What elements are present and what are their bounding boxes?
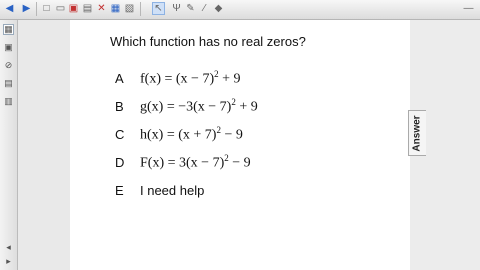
eraser-icon[interactable]: ◆ <box>212 2 225 15</box>
delete-icon[interactable]: ▤ <box>81 2 94 15</box>
choice-e[interactable]: E I need help <box>115 180 204 200</box>
choice-formula: h(x) = (x + 7)2 − 9 <box>140 124 243 143</box>
answer-tab[interactable]: Answer <box>408 110 426 156</box>
choice-letter: C <box>115 126 125 142</box>
select-arrow-icon[interactable]: ↖ <box>152 2 165 15</box>
back-arrow-icon[interactable]: ◀ <box>3 2 16 15</box>
addons-icon[interactable]: ▥ <box>3 96 14 107</box>
choice-a[interactable]: A f(x) = (x − 7)2 + 9 <box>115 68 241 88</box>
choice-letter: B <box>115 98 124 114</box>
screen-shade-icon[interactable]: ▦ <box>109 2 122 15</box>
choice-formula: g(x) = −3(x − 7)2 + 9 <box>140 96 258 115</box>
capture-icon[interactable]: ✕ <box>95 2 108 15</box>
question-text: Which function has no real zeros? <box>110 34 306 49</box>
highlighter-icon[interactable]: ⁄ <box>198 2 211 15</box>
choice-letter: D <box>115 154 125 170</box>
gallery-icon[interactable]: ▣ <box>3 42 14 53</box>
new-page-icon[interactable]: □ <box>40 2 53 15</box>
answer-tab-label: Answer <box>412 114 423 152</box>
save-icon[interactable]: ▣ <box>67 2 80 15</box>
choice-c[interactable]: C h(x) = (x + 7)2 − 9 <box>115 124 243 144</box>
choice-text: I need help <box>140 182 205 198</box>
expand-arrow-icon[interactable]: ▸ <box>3 256 14 267</box>
toolbar-extra-icon[interactable]: ▧ <box>123 2 136 15</box>
choice-b[interactable]: B g(x) = −3(x − 7)2 + 9 <box>115 96 258 116</box>
choice-d[interactable]: D F(x) = 3(x − 7)2 − 9 <box>115 152 251 172</box>
text-format-icon[interactable]: Ψ <box>170 2 183 15</box>
choice-formula: F(x) = 3(x − 7)2 − 9 <box>140 152 251 171</box>
toolbar: ◀ ▶ □ ▭ ▣ ▤ ✕ ▦ ▧ ↖ Ψ ✎ ⁄ ◆ — <box>0 0 480 20</box>
choice-formula: f(x) = (x − 7)2 + 9 <box>140 68 241 87</box>
pen-icon[interactable]: ✎ <box>184 2 197 15</box>
open-icon[interactable]: ▭ <box>54 2 67 15</box>
side-panel-tabs: ▦ ▣ ⊘ ▤ ▥ ◂ ▸ <box>0 20 18 270</box>
minimize-icon[interactable]: — <box>462 2 475 15</box>
collapse-arrow-icon[interactable]: ◂ <box>3 242 14 253</box>
choice-letter: A <box>115 70 124 86</box>
attachments-icon[interactable]: ⊘ <box>3 60 14 71</box>
properties-icon[interactable]: ▤ <box>3 78 14 89</box>
slide-page: Which function has no real zeros? A f(x)… <box>70 20 410 270</box>
page-sorter-icon[interactable]: ▦ <box>3 24 14 35</box>
choice-letter: E <box>115 182 124 198</box>
forward-arrow-icon[interactable]: ▶ <box>20 2 33 15</box>
